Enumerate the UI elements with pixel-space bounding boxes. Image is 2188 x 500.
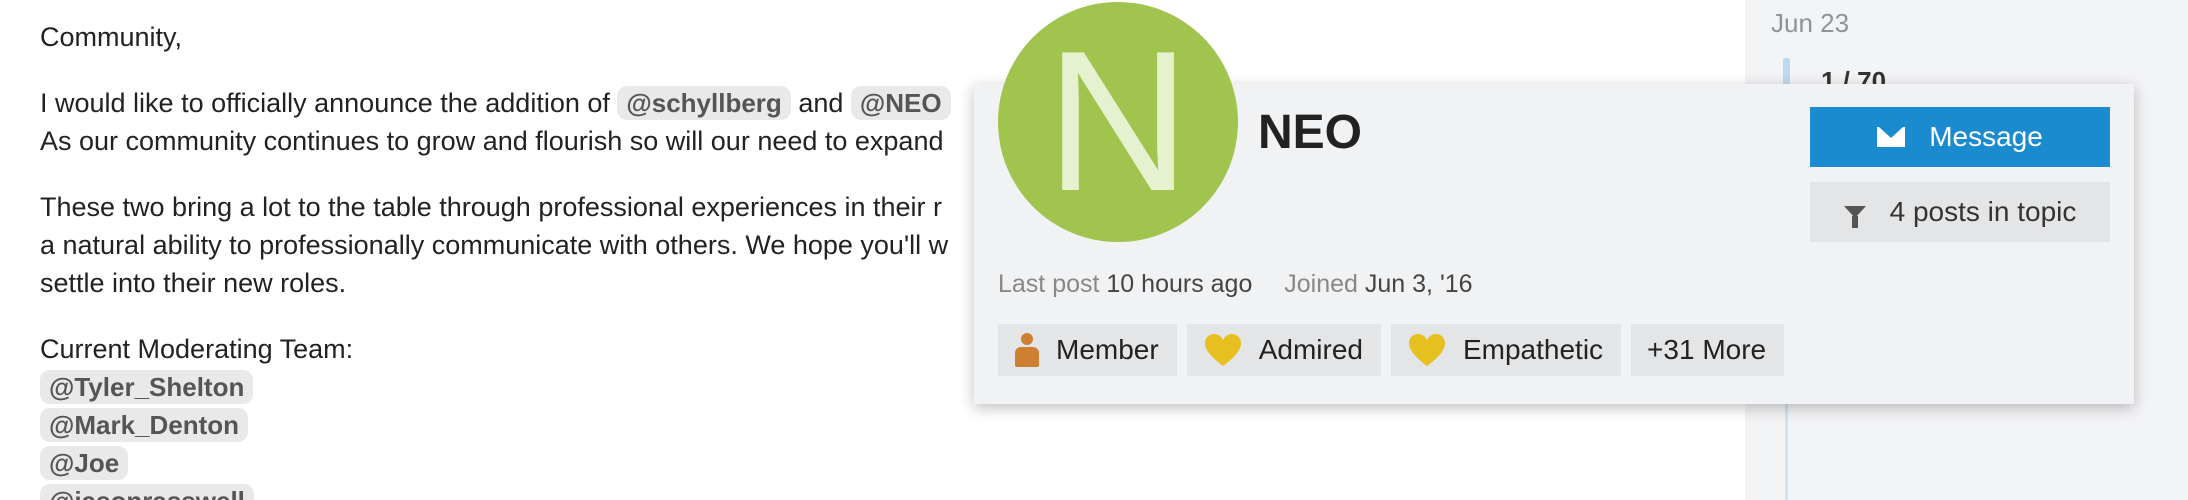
heart-icon — [1408, 334, 1445, 366]
envelope-icon — [1877, 127, 1906, 147]
message-button[interactable]: Message — [1810, 107, 2110, 167]
timeline-date[interactable]: Jun 23 — [1771, 8, 1849, 39]
badge-member[interactable]: Member — [998, 324, 1177, 376]
mention-mark-denton[interactable]: @Mark_Denton — [40, 408, 249, 442]
user-card-username[interactable]: NEO — [1258, 105, 1362, 160]
badge-empathetic[interactable]: Empathetic — [1390, 324, 1622, 376]
user-icon — [1014, 333, 1040, 367]
mention-jasonrasswell[interactable]: @jasonrasswell — [40, 484, 254, 500]
badge-more-label: +31 More — [1647, 334, 1767, 365]
avatar-letter: N — [1045, 10, 1191, 233]
filter-posts-label: 4 posts in topic — [1889, 196, 2077, 227]
badge-list: Member Admired Empathetic +31 More — [998, 324, 1785, 376]
post-greeting: Community, — [40, 22, 183, 52]
mention-tyler-shelton[interactable]: @Tyler_Shelton — [40, 370, 254, 404]
badge-label: Member — [1056, 334, 1159, 365]
message-button-label: Message — [1929, 121, 2043, 152]
heart-icon — [1204, 334, 1241, 366]
mention-joe[interactable]: @Joe — [40, 446, 129, 480]
joined-value: Jun 3, '16 — [1364, 270, 1473, 298]
user-card-meta: Last post 10 hours ago Joined Jun 3, '16 — [998, 270, 1473, 299]
badge-more[interactable]: +31 More — [1631, 324, 1785, 376]
mention-schyllberg[interactable]: @schyllberg — [617, 86, 791, 120]
filter-posts-button[interactable]: 4 posts in topic — [1810, 182, 2110, 242]
filter-icon — [1843, 206, 1866, 228]
avatar[interactable]: N — [998, 2, 1238, 242]
last-post-value: 10 hours ago — [1106, 270, 1253, 298]
badge-admired[interactable]: Admired — [1186, 324, 1381, 376]
joined-label: Joined — [1284, 270, 1358, 298]
badge-label: Admired — [1258, 334, 1363, 365]
badge-label: Empathetic — [1462, 334, 1604, 365]
mention-neo[interactable]: @NEO — [850, 86, 951, 120]
last-post-label: Last post — [998, 270, 1100, 298]
